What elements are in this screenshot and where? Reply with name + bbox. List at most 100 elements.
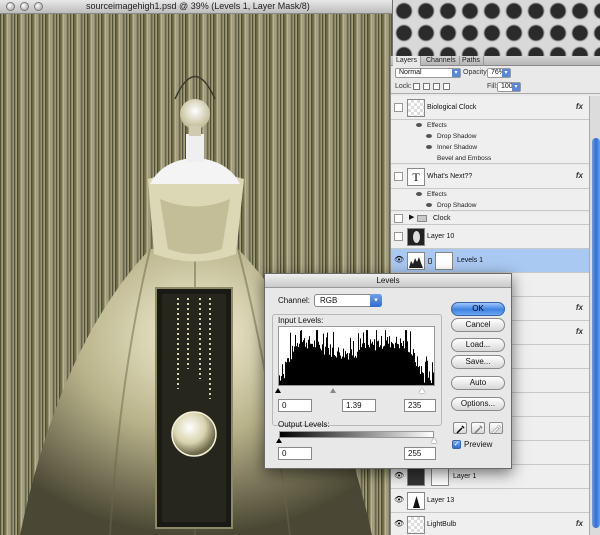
auto-button[interactable]: Auto	[451, 376, 505, 390]
input-slider[interactable]	[275, 388, 435, 394]
layer-mask-thumbnail[interactable]	[431, 468, 449, 486]
fx-icon[interactable]: fx	[576, 303, 583, 312]
dialog-title: Levels	[376, 276, 400, 285]
effect-name: Bevel and Emboss	[437, 155, 492, 162]
output-black-slider[interactable]	[276, 438, 282, 443]
lock-pixels-icon[interactable]	[423, 83, 430, 90]
output-black-field[interactable]: 0	[278, 447, 312, 460]
channel-label: Channel:	[278, 296, 311, 305]
effect-inner-shadow[interactable]: Inner Shadow	[391, 142, 589, 153]
eye-icon[interactable]	[416, 192, 422, 196]
visibility-toggle[interactable]	[394, 214, 403, 223]
chevron-down-icon: ▾	[370, 294, 382, 307]
tab-paths[interactable]: Paths	[459, 56, 484, 66]
effect-drop-shadow[interactable]: Drop Shadow	[391, 131, 589, 142]
input-white-field[interactable]: 235	[404, 399, 436, 412]
eye-icon[interactable]	[426, 203, 432, 207]
layer-row-clock-group[interactable]: ▶ Clock	[391, 212, 589, 225]
cancel-button[interactable]: Cancel	[451, 318, 505, 332]
layer-name: Layer 10	[427, 233, 455, 240]
fx-icon[interactable]: fx	[576, 102, 583, 111]
layer-name: LightBulb	[427, 521, 457, 528]
channel-value: RGB	[320, 296, 338, 305]
opacity-field[interactable]: 76% ▾	[487, 68, 511, 78]
minimize-window-icon[interactable]	[20, 2, 29, 11]
effects-row[interactable]: Effects	[391, 120, 589, 131]
lock-transparency-icon[interactable]	[413, 83, 420, 90]
black-point-slider[interactable]	[275, 388, 281, 393]
document-title: sourceimagehigh1.psd @ 39% (Levels 1, La…	[86, 1, 310, 11]
layer-name: Layer 1	[453, 473, 477, 480]
blend-mode-value: Normal	[399, 69, 422, 76]
fx-icon[interactable]: fx	[576, 327, 583, 336]
gray-eyedropper-icon[interactable]	[471, 422, 485, 434]
save-button[interactable]: Save...	[451, 355, 505, 369]
layer-row-layer-13[interactable]: 👁 Layer 13	[391, 489, 589, 513]
white-eyedropper-icon[interactable]	[489, 422, 503, 434]
white-point-slider[interactable]	[419, 388, 425, 393]
eye-icon[interactable]: 👁	[394, 256, 404, 265]
effects-row[interactable]: Effects	[391, 189, 589, 200]
lock-position-icon[interactable]	[433, 83, 440, 90]
layer-thumbnail	[407, 228, 425, 246]
blend-mode-select[interactable]: Normal ▾	[395, 68, 461, 78]
layer-row-layer-10[interactable]: Layer 10	[391, 225, 589, 249]
zoom-window-icon[interactable]	[34, 2, 43, 11]
eye-icon[interactable]: 👁	[394, 520, 404, 529]
layers-scrollbar[interactable]	[589, 96, 600, 535]
document-titlebar[interactable]: sourceimagehigh1.psd @ 39% (Levels 1, La…	[0, 0, 392, 14]
layer-row-lightbulb[interactable]: 👁 LightBulb fx	[391, 513, 589, 535]
output-white-field[interactable]: 255	[404, 447, 436, 460]
visibility-toggle[interactable]	[394, 232, 403, 241]
background-pattern-image	[393, 0, 600, 56]
load-button[interactable]: Load...	[451, 338, 505, 352]
layer-row-levels-1[interactable]: 👁 Levels 1	[391, 249, 589, 273]
dialog-titlebar[interactable]: Levels	[265, 274, 511, 288]
tab-layers[interactable]: Layers	[393, 56, 422, 66]
lock-label: Lock:	[395, 83, 412, 90]
fx-icon[interactable]: fx	[576, 519, 583, 528]
black-eyedropper-icon[interactable]	[453, 422, 467, 434]
effect-drop-shadow[interactable]: Drop Shadow	[391, 200, 589, 211]
visibility-toggle[interactable]	[394, 103, 403, 112]
lock-all-icon[interactable]	[443, 83, 450, 90]
input-black-field[interactable]: 0	[278, 399, 312, 412]
eye-icon[interactable]: 👁	[394, 472, 404, 481]
eye-icon[interactable]	[426, 145, 432, 149]
options-button[interactable]: Options...	[451, 397, 505, 411]
output-white-slider[interactable]	[431, 438, 437, 443]
preview-checkbox[interactable]: ✓	[452, 440, 461, 449]
layer-name: Layer 13	[427, 497, 455, 504]
fill-field[interactable]: 100% ▾	[497, 82, 521, 92]
channel-select[interactable]: RGB ▾	[314, 294, 382, 307]
layer-thumbnail	[407, 516, 425, 534]
input-gamma-field[interactable]: 1.39	[342, 399, 376, 412]
layer-name: Clock	[433, 215, 451, 222]
gamma-slider[interactable]	[330, 388, 336, 393]
layer-name: What's Next??	[427, 173, 473, 180]
layer-thumbnail	[407, 468, 425, 486]
layer-row-whats-next[interactable]: T What's Next?? fx	[391, 165, 589, 189]
eye-icon[interactable]: 👁	[394, 496, 404, 505]
layer-row-biological-clock[interactable]: Biological Clock fx	[391, 96, 589, 120]
effect-name: Drop Shadow	[437, 133, 477, 140]
eye-icon[interactable]	[416, 123, 422, 127]
levels-adjustment-thumbnail	[407, 252, 425, 270]
layer-mask-thumbnail[interactable]	[435, 252, 453, 270]
link-icon[interactable]	[428, 258, 432, 264]
layer-name: Levels 1	[457, 257, 484, 264]
output-gradient	[279, 431, 434, 438]
visibility-toggle[interactable]	[394, 172, 403, 181]
opacity-arrow-icon: ▾	[502, 69, 510, 77]
effects-label: Effects	[427, 191, 447, 198]
effect-bevel-emboss[interactable]: Bevel and Emboss	[391, 153, 589, 164]
close-window-icon[interactable]	[6, 2, 15, 11]
disclosure-triangle-icon[interactable]: ▶	[409, 213, 414, 221]
fx-icon[interactable]: fx	[576, 171, 583, 180]
histogram-graph	[279, 330, 434, 385]
output-slider[interactable]	[276, 438, 437, 444]
ok-button[interactable]: OK	[451, 302, 505, 316]
eye-icon[interactable]	[426, 134, 432, 138]
tab-channels[interactable]: Channels	[423, 56, 460, 66]
scrollbar-thumb[interactable]	[592, 138, 600, 528]
